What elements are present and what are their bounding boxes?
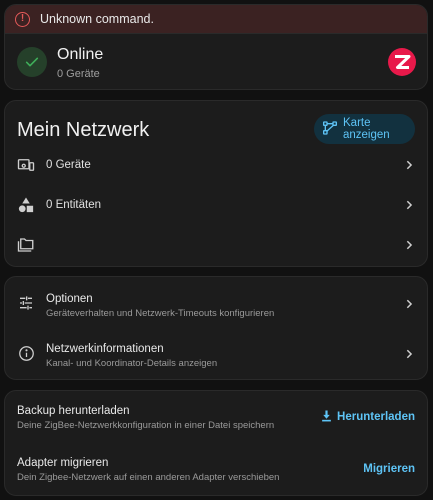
options-row[interactable]: Optionen Geräteverhalten und Netzwerk-Ti… [5, 279, 427, 329]
options-card: Optionen Geräteverhalten und Netzwerk-Ti… [4, 276, 428, 380]
options-subtitle: Geräteverhalten und Netzwerk-Timeouts ko… [46, 308, 275, 319]
download-label: Herunterladen [337, 411, 415, 423]
network-info-row[interactable]: Netzwerkinformationen Kanal- und Koordin… [5, 329, 427, 379]
options-title: Optionen [46, 293, 93, 305]
chevron-right-icon [404, 349, 414, 359]
show-map-label: Karte anzeigen [343, 117, 390, 141]
backup-title: Backup herunterladen [17, 405, 130, 417]
zigbee-logo [388, 48, 416, 76]
backup-row: Backup herunterladen Deine ZigBee-Netzwe… [5, 391, 427, 443]
alert-circle-icon: ! [15, 11, 30, 27]
network-info-title: Netzwerkinformationen [46, 343, 164, 355]
migrate-title: Adapter migrieren [17, 457, 109, 469]
status-row: Online 0 Geräte [5, 34, 427, 89]
alert-text: Unknown command. [40, 12, 154, 26]
shapes-icon [17, 196, 35, 214]
chevron-right-icon [404, 160, 414, 170]
devices-icon [17, 156, 35, 174]
info-icon [17, 344, 35, 362]
chevron-right-icon [404, 299, 414, 309]
error-alert: ! Unknown command. [5, 5, 427, 34]
devices-label: 0 Geräte [46, 159, 91, 171]
migrate-label: Migrieren [363, 463, 415, 475]
entities-label: 0 Entitäten [46, 199, 101, 211]
check-icon [17, 47, 47, 77]
devices-row[interactable]: 0 Geräte [5, 145, 427, 185]
tune-icon [17, 294, 35, 312]
graph-icon [322, 120, 338, 139]
chevron-right-icon [404, 240, 414, 250]
network-title: Mein Netzwerk [17, 119, 150, 141]
status-card: ! Unknown command. Online 0 Geräte [4, 4, 428, 90]
status-device-count: 0 Geräte [57, 68, 100, 80]
backup-card: Backup herunterladen Deine ZigBee-Netzwe… [4, 390, 428, 496]
download-icon [321, 410, 332, 425]
network-info-subtitle: Kanal- und Koordinator-Details anzeigen [46, 358, 218, 369]
network-card: Mein Netzwerk Karte anzeigen 0 Geräte 0 … [4, 100, 428, 267]
groups-row[interactable] [5, 225, 427, 265]
chevron-right-icon [404, 200, 414, 210]
migrate-button[interactable]: Migrieren [363, 458, 415, 480]
status-title: Online [57, 46, 104, 63]
migrate-row: Adapter migrieren Dein Zigbee-Netzwerk a… [5, 443, 427, 495]
download-button[interactable]: Herunterladen [321, 406, 415, 428]
migrate-subtitle: Dein Zigbee-Netzwerk auf einen anderen A… [17, 472, 280, 483]
backup-subtitle: Deine ZigBee-Netzwerkkonfiguration in ei… [17, 420, 275, 431]
folder-multiple-icon [17, 236, 35, 254]
entities-row[interactable]: 0 Entitäten [5, 185, 427, 225]
show-map-button[interactable]: Karte anzeigen [314, 114, 415, 144]
